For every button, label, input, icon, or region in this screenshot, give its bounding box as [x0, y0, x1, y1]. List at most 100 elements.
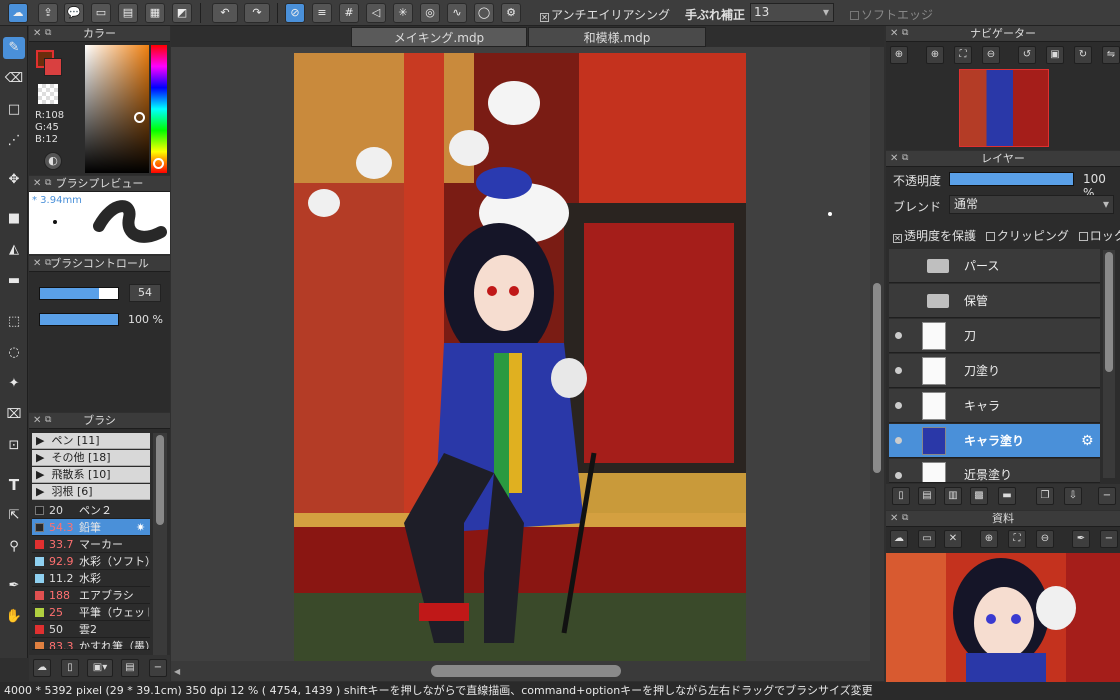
close-icon[interactable]: ✕ — [944, 530, 962, 548]
brush-item[interactable]: 11.2 水彩 — [32, 570, 150, 587]
new-8bit-layer-icon[interactable]: ▥ — [944, 487, 962, 505]
brush-folder[interactable]: ▶ ペン [11] — [32, 433, 150, 449]
canvas-area[interactable] — [171, 47, 884, 661]
remove-icon[interactable]: − — [1100, 530, 1118, 548]
brush-settings-icon[interactable]: ▤ — [121, 659, 139, 677]
duplicate-layer-icon[interactable]: ❐ — [1036, 487, 1054, 505]
brush-folder[interactable]: ▶ 飛散系 [10] — [32, 467, 150, 483]
chat-icon[interactable]: 💬 — [64, 3, 84, 23]
merge-layer-icon[interactable]: ⇩ — [1064, 487, 1082, 505]
rotate-left-icon[interactable]: ↺ — [1018, 46, 1036, 64]
close-icon[interactable]: ✕ — [890, 511, 898, 526]
open-folder-icon[interactable]: ▭ — [918, 530, 936, 548]
brush-item[interactable]: 50 雲2 — [32, 621, 150, 638]
close-icon[interactable]: ✕ — [33, 413, 41, 428]
popout-icon[interactable]: ⧉ — [45, 176, 51, 191]
picker-cursor[interactable] — [134, 112, 145, 123]
transparent-color-swatch[interactable] — [38, 84, 58, 104]
brush-menu-icon[interactable]: ▣▾ — [87, 659, 113, 677]
layer-row[interactable]: 刀 — [889, 319, 1100, 353]
brush-size-value[interactable]: 54 — [129, 284, 161, 302]
panel-icon[interactable]: ◩ — [172, 3, 192, 23]
vertical-scroll-thumb[interactable] — [873, 283, 881, 473]
flip-icon[interactable]: ⇋ — [1102, 46, 1120, 64]
zoom-in-icon[interactable]: ⊕ — [890, 46, 908, 64]
lock-checkbox[interactable]: ロック — [1078, 229, 1120, 243]
zoom-out-icon[interactable]: ⊖ — [1036, 530, 1054, 548]
select-rect-tool-icon[interactable]: ⬚ — [3, 311, 25, 333]
operation-tool-icon[interactable]: ⇱ — [3, 505, 25, 527]
settings-icon[interactable]: ⚙ — [501, 3, 521, 23]
navigator-preview[interactable] — [959, 69, 1049, 147]
layer-scrollbar[interactable] — [1103, 250, 1115, 478]
close-icon[interactable]: ✕ — [890, 151, 898, 166]
brush-item[interactable]: 92.9 水彩（ソフト） — [32, 553, 150, 570]
eyedropper-icon[interactable]: ✒ — [1072, 530, 1090, 548]
document-icon[interactable]: ▤ — [118, 3, 138, 23]
select-pen-tool-icon[interactable]: ⌧ — [3, 404, 25, 426]
radial-snap-icon[interactable]: ✳ — [393, 3, 413, 23]
snap-off-icon[interactable]: ⊘ — [285, 3, 305, 23]
vanish-snap-icon[interactable]: ◁ — [366, 3, 386, 23]
brush-tool-icon[interactable]: ✎ — [3, 37, 25, 59]
eraser-tool-icon[interactable]: ⌫ — [3, 68, 25, 90]
brush-size-slider[interactable] — [39, 287, 119, 300]
cloud-add-icon[interactable]: ☁ — [33, 659, 51, 677]
brush-item-selected[interactable]: 54.3 鉛筆 ✷ — [32, 519, 150, 536]
zoom-in-icon[interactable]: ⊕ — [980, 530, 998, 548]
palette-icon[interactable]: ◐ — [44, 152, 62, 170]
gear-icon[interactable]: ✷ — [136, 519, 145, 536]
brush-list-scrollbar[interactable] — [153, 433, 167, 655]
antialias-checkbox[interactable]: ✕ アンチエイリアシング — [540, 6, 670, 23]
new-folder-icon[interactable]: ▬ — [998, 487, 1016, 505]
background-color-swatch[interactable] — [44, 58, 62, 76]
gradient-tool-icon[interactable]: ▬ — [3, 270, 25, 292]
zoom-out-icon[interactable]: ⊖ — [982, 46, 1000, 64]
new-halftone-layer-icon[interactable]: ▤ — [918, 487, 936, 505]
stabilizer-select[interactable]: 13 ▾ — [750, 3, 834, 22]
protect-alpha-checkbox[interactable]: ✕ 透明度を保護 — [893, 229, 976, 243]
share-icon[interactable]: ⇪ — [38, 3, 58, 23]
eyedropper-tool-icon[interactable]: ✒ — [3, 575, 25, 597]
rectangle-tool-icon[interactable]: □ — [3, 99, 25, 121]
dot-tool-icon[interactable]: ⋰ — [3, 130, 25, 152]
popout-icon[interactable]: ⧉ — [902, 511, 908, 526]
visibility-icon[interactable] — [895, 437, 902, 444]
zoom-in-icon[interactable]: ⊕ — [926, 46, 944, 64]
curve-snap-icon[interactable]: ∿ — [447, 3, 467, 23]
artwork-canvas[interactable] — [294, 53, 746, 661]
layer-row[interactable]: 刀塗り — [889, 354, 1100, 388]
reference-image[interactable] — [886, 553, 1120, 682]
brush-folder[interactable]: ▶ 羽根 [6] — [32, 484, 150, 500]
popout-icon[interactable]: ⧉ — [45, 413, 51, 428]
visibility-icon[interactable] — [895, 402, 902, 409]
circle-snap-icon[interactable]: ◎ — [420, 3, 440, 23]
reset-view-icon[interactable]: ▣ — [1046, 46, 1064, 64]
brush-opacity-slider[interactable] — [39, 313, 119, 326]
brush-item[interactable]: 188 エアブラシ — [32, 587, 150, 604]
new-tone-layer-icon[interactable]: ▩ — [970, 487, 988, 505]
select-eraser-tool-icon[interactable]: ⊡ — [3, 435, 25, 457]
visibility-icon[interactable] — [895, 367, 902, 374]
close-icon[interactable]: ✕ — [33, 176, 41, 191]
move-tool-icon[interactable]: ✥ — [3, 169, 25, 191]
cloud-icon[interactable]: ☁ — [8, 3, 28, 23]
brush-folder[interactable]: ▶ その他 [18] — [32, 450, 150, 466]
fill-rect-tool-icon[interactable]: ■ — [3, 208, 25, 230]
delete-layer-icon[interactable]: − — [1098, 487, 1116, 505]
text-tool-icon[interactable]: T — [3, 474, 25, 496]
comment-icon[interactable]: ▭ — [91, 3, 111, 23]
popout-icon[interactable]: ⧉ — [902, 26, 908, 41]
lasso-tool-icon[interactable]: ◌ — [3, 342, 25, 364]
visibility-icon[interactable] — [895, 332, 902, 339]
clipping-checkbox[interactable]: クリッピング — [985, 229, 1069, 243]
layer-opacity-slider[interactable] — [949, 172, 1074, 186]
popout-icon[interactable]: ⧉ — [902, 151, 908, 166]
layer-row[interactable]: 保管 — [889, 284, 1100, 318]
fit-icon[interactable]: ⛶ — [954, 46, 972, 64]
tab-wamoyou[interactable]: 和模様.mdp — [528, 27, 706, 47]
fit-icon[interactable]: ⛶ — [1008, 530, 1026, 548]
ellipse-snap-icon[interactable]: ◯ — [474, 3, 494, 23]
brush-item[interactable]: 20 ペン２ — [32, 502, 150, 519]
hand-tool-icon[interactable]: ✋ — [3, 606, 25, 628]
